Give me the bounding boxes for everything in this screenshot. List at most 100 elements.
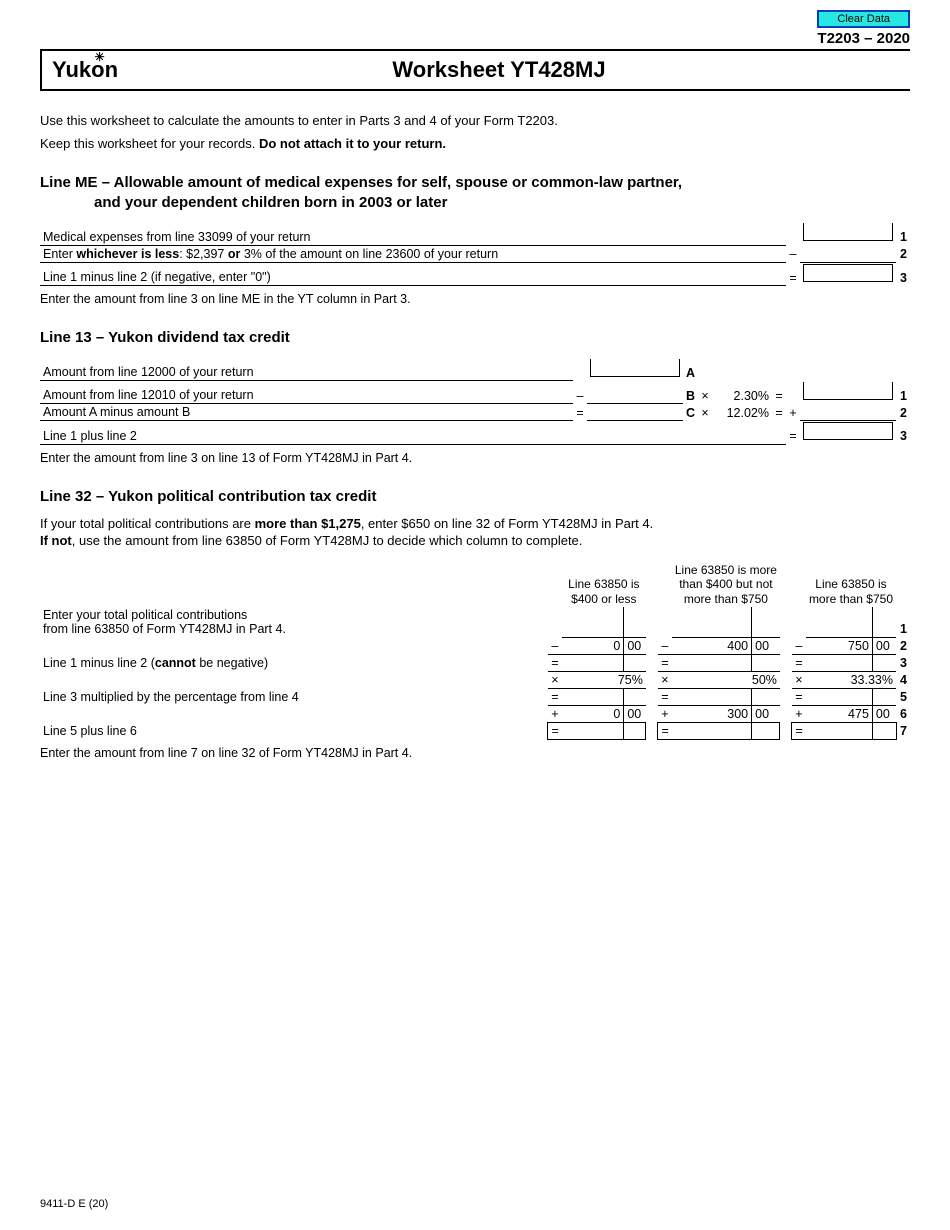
l32-l2-c2c: 00 — [752, 637, 780, 654]
l32-l5-op2: = — [658, 688, 672, 705]
l13-pct1: 2.30% — [712, 381, 772, 404]
me-row3-field[interactable] — [803, 264, 893, 282]
me-r2a: Enter — [43, 247, 76, 261]
l32-l2-c1c: 00 — [624, 637, 646, 654]
me-ln1: 1 — [896, 222, 910, 245]
l32-l7-op1: = — [548, 722, 562, 739]
l32-l6-op1: + — [548, 705, 562, 722]
section-32-heading: Line 32 – Yukon political contribution t… — [40, 487, 910, 507]
l32-l7-c3c[interactable] — [872, 722, 896, 739]
l32-ln2: 2 — [896, 637, 910, 654]
l13-lblB: B — [683, 381, 698, 404]
r3c: be negative) — [196, 656, 268, 670]
l32-l5-op3: = — [792, 688, 806, 705]
l32-l5-c1d[interactable] — [562, 688, 624, 705]
l32-l3-c3c[interactable] — [872, 654, 896, 671]
l32-l5-op1: = — [548, 688, 562, 705]
l32-l6-c1c: 00 — [624, 705, 646, 722]
l13-pct2: 12.02% — [712, 404, 772, 421]
l32-l3-op1: = — [548, 654, 562, 671]
l32-l6-op2: + — [658, 705, 672, 722]
l13-ln3: 3 — [896, 421, 910, 445]
l32-l7-op3: = — [792, 722, 806, 739]
l32-l5-c3d[interactable] — [806, 688, 872, 705]
l32-l1-c3c[interactable] — [872, 607, 896, 637]
c3b: more than $750 — [809, 592, 893, 606]
l13-r3-eq2: = — [772, 404, 786, 421]
l32-l3-c1d[interactable] — [562, 654, 624, 671]
l13-r3-times: × — [698, 404, 712, 421]
l32-l2-op2: – — [658, 637, 672, 654]
l13-line3-field[interactable] — [803, 422, 893, 440]
me-ln2: 2 — [896, 245, 910, 262]
l32-l3-c1c[interactable] — [624, 654, 646, 671]
l32-l1-c3d[interactable] — [806, 607, 872, 637]
l13-r3-plus: + — [786, 404, 800, 421]
l32-l7-c1d[interactable] — [562, 722, 624, 739]
l32-l3-c2d[interactable] — [672, 654, 752, 671]
section-13-heading: Line 13 – Yukon dividend tax credit — [40, 328, 910, 348]
col1-head: Line 63850 is$400 or less — [562, 562, 646, 607]
l32-l3-c3d[interactable] — [806, 654, 872, 671]
l13-r3-eq1: = — [573, 404, 587, 421]
l32-l2-c1d: 0 — [562, 637, 624, 654]
p2b: , use the amount from line 63850 of Form… — [72, 533, 583, 548]
l13-table: Amount from line 12000 of your return A … — [40, 358, 910, 445]
intro-2a: Keep this worksheet for your records. — [40, 136, 259, 151]
l32-l6-op3: + — [792, 705, 806, 722]
l32-ln7: 7 — [896, 722, 910, 739]
l32-l4-c2: 50% — [672, 671, 780, 688]
r3b: cannot — [155, 656, 196, 670]
me-row1-field[interactable] — [803, 223, 893, 241]
logo-sun-icon: ☀ — [94, 51, 105, 63]
l32-l5-c2c[interactable] — [752, 688, 780, 705]
l13-r2-eq: = — [772, 381, 786, 404]
me-r2b: whichever is less — [76, 247, 179, 261]
l13-r2-minus: – — [573, 381, 587, 404]
l13-note: Enter the amount from line 3 on line 13 … — [40, 451, 910, 465]
p1c: , enter $650 on line 32 of Form YT428MJ … — [361, 516, 653, 531]
l32-l3-c2c[interactable] — [752, 654, 780, 671]
l32-l2-c2d: 400 — [672, 637, 752, 654]
l13-line1-field[interactable] — [803, 382, 893, 400]
l13-r1-field[interactable] — [590, 359, 680, 377]
p2a: If not — [40, 533, 72, 548]
l13-r4-desc: Line 1 plus line 2 — [40, 421, 786, 445]
l32-l5-c3c[interactable] — [872, 688, 896, 705]
l32-l5-c2d[interactable] — [672, 688, 752, 705]
l32-l1-c2d[interactable] — [672, 607, 752, 637]
l32-l1-c2c[interactable] — [752, 607, 780, 637]
l13-r2-desc: Amount from line 12010 of your return — [40, 381, 573, 404]
l32-l1-c1c[interactable] — [624, 607, 646, 637]
footer-code: 9411-D E (20) — [40, 1198, 108, 1210]
l32-l7-c1c[interactable] — [624, 722, 646, 739]
l32-l5-c1c[interactable] — [624, 688, 646, 705]
l32-l7-c2c[interactable] — [752, 722, 780, 739]
l32-l1-c1d[interactable] — [562, 607, 624, 637]
section-me-heading: Line ME – Allowable amount of medical ex… — [40, 173, 910, 212]
l32-l2-op1: – — [548, 637, 562, 654]
c1a: Line 63850 is — [568, 577, 639, 591]
me-ln3: 3 — [896, 262, 910, 286]
l32-l4-op1: × — [548, 671, 562, 688]
me-row2-desc: Enter whichever is less: $2,397 or 3% of… — [40, 245, 786, 262]
l32-table: Line 63850 is$400 or less Line 63850 is … — [40, 562, 910, 740]
c2a: Line 63850 is more — [675, 563, 777, 577]
l32-l7-c3d[interactable] — [806, 722, 872, 739]
l32-l3-op2: = — [658, 654, 672, 671]
l32-l7-op2: = — [658, 722, 672, 739]
me-row1-desc: Medical expenses from line 33099 of your… — [40, 222, 786, 245]
p1b: more than $1,275 — [255, 516, 361, 531]
me-r2c: : $2,397 — [179, 247, 228, 261]
yukon-logo: ☀ Yukon — [52, 57, 118, 83]
l32-l4-c1: 75% — [562, 671, 646, 688]
me-note: Enter the amount from line 3 on line ME … — [40, 292, 910, 306]
l13-ln1: 1 — [896, 381, 910, 404]
clear-data-button[interactable]: Clear Data — [817, 10, 910, 28]
r1b: from line 63850 of Form YT428MJ in Part … — [43, 622, 286, 636]
p1a: If your total political contributions ar… — [40, 516, 255, 531]
l32-l7-c2d[interactable] — [672, 722, 752, 739]
me-op-minus: – — [786, 245, 800, 262]
l32-l4-op3: × — [792, 671, 806, 688]
form-code: T2203 – 2020 — [40, 30, 910, 47]
